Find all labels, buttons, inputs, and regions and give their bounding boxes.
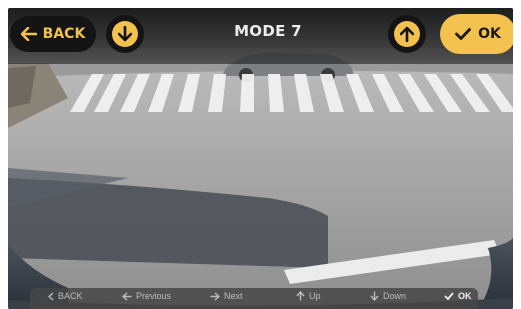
camera-screen: BACK MODE 7 OK BACK Previous Next Up Dow…	[8, 8, 513, 309]
hint-down: Down	[370, 291, 406, 301]
hint-down-label: Down	[383, 291, 407, 301]
back-button[interactable]: BACK	[10, 16, 96, 52]
arrow-left-icon	[20, 27, 37, 41]
ok-label: OK	[478, 26, 501, 42]
arrow-down-icon	[112, 21, 138, 47]
hint-back: BACK	[48, 291, 83, 301]
hint-next-label: Next	[224, 291, 243, 301]
arrow-up-icon	[296, 291, 305, 301]
hint-previous-label: Previous	[136, 291, 172, 301]
hint-ok-label: OK	[458, 291, 472, 301]
arrow-left-icon	[122, 291, 132, 301]
check-icon	[455, 28, 472, 40]
hint-up: Up	[296, 291, 321, 301]
hint-ok: OK	[444, 291, 472, 301]
arrow-right-icon	[210, 291, 220, 301]
down-button[interactable]	[106, 15, 144, 53]
page-title: MODE 7	[234, 22, 302, 40]
hint-bar: BACK Previous Next Up Down OK	[30, 288, 478, 309]
hint-back-label: BACK	[58, 291, 83, 301]
check-icon	[444, 292, 454, 300]
ok-button[interactable]: OK	[440, 14, 513, 54]
hint-previous: Previous	[122, 291, 171, 301]
hint-up-label: Up	[309, 291, 321, 301]
arrow-down-icon	[370, 291, 379, 301]
chevron-left-icon	[48, 291, 54, 301]
back-label: BACK	[42, 26, 86, 42]
up-button[interactable]	[388, 15, 426, 53]
arrow-up-icon	[394, 21, 420, 47]
hint-next: Next	[210, 291, 243, 301]
